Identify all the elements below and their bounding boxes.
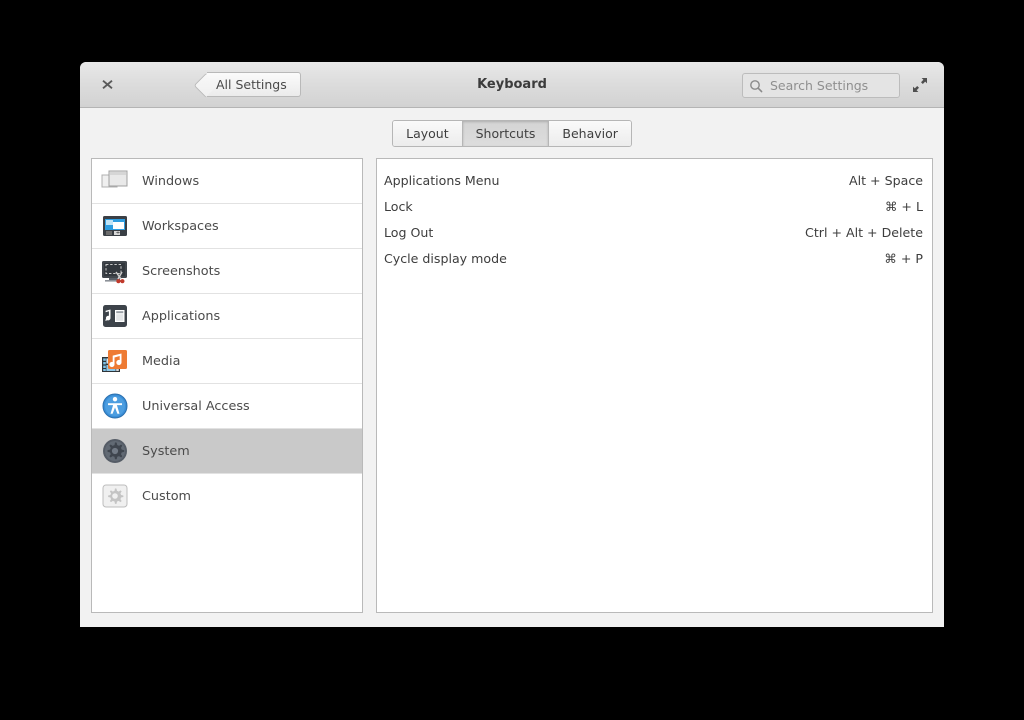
tab-bar: Layout Shortcuts Behavior bbox=[80, 108, 944, 158]
sidebar-item-media[interactable]: Media bbox=[92, 339, 362, 383]
shortcut-accelerator[interactable]: Ctrl + Alt + Delete bbox=[805, 225, 923, 240]
settings-window: All Settings Keyboard Layout Shortcuts B… bbox=[80, 62, 944, 627]
tab-shortcuts[interactable]: Shortcuts bbox=[462, 120, 550, 146]
tab-behavior[interactable]: Behavior bbox=[549, 120, 631, 146]
media-icon bbox=[100, 346, 130, 376]
system-gear-icon bbox=[100, 436, 130, 466]
workspaces-icon bbox=[100, 211, 130, 241]
sidebar-item-custom[interactable]: Custom bbox=[92, 474, 362, 518]
search-icon bbox=[750, 79, 763, 92]
sidebar-item-label: Media bbox=[142, 353, 181, 369]
tab-layout[interactable]: Layout bbox=[393, 120, 463, 146]
custom-gear-icon bbox=[100, 481, 130, 511]
shortcut-accelerator[interactable]: ⌘ + P bbox=[884, 251, 923, 266]
category-sidebar: Windows Workspaces Screenshots Applicati… bbox=[91, 158, 363, 613]
sidebar-item-screenshots[interactable]: Screenshots bbox=[92, 249, 362, 293]
sidebar-item-windows[interactable]: Windows bbox=[92, 159, 362, 203]
applications-icon bbox=[100, 301, 130, 331]
shortcut-name: Cycle display mode bbox=[384, 250, 507, 266]
sidebar-item-universal-access[interactable]: Universal Access bbox=[92, 384, 362, 428]
shortcut-accelerator[interactable]: ⌘ + L bbox=[885, 199, 923, 214]
fullscreen-button[interactable] bbox=[904, 62, 936, 107]
shortcut-row[interactable]: Lock ⌘ + L bbox=[377, 193, 932, 219]
back-button-label: All Settings bbox=[216, 77, 287, 92]
shortcut-name: Applications Menu bbox=[384, 172, 500, 188]
title-bar: All Settings Keyboard bbox=[80, 62, 944, 108]
universal-access-icon bbox=[100, 391, 130, 421]
windows-icon bbox=[100, 166, 130, 196]
sidebar-item-label: Custom bbox=[142, 488, 192, 504]
sidebar-item-applications[interactable]: Applications bbox=[92, 294, 362, 338]
shortcut-list: Applications Menu Alt + Space Lock ⌘ + L… bbox=[376, 158, 933, 613]
sidebar-item-system[interactable]: System bbox=[92, 429, 362, 473]
sidebar-item-label: Workspaces bbox=[142, 218, 219, 234]
sidebar-item-label: Screenshots bbox=[142, 263, 221, 279]
tab-group: Layout Shortcuts Behavior bbox=[392, 119, 632, 147]
sidebar-item-label: Universal Access bbox=[142, 398, 250, 414]
main-body: Windows Workspaces Screenshots Applicati… bbox=[80, 158, 944, 627]
sidebar-item-workspaces[interactable]: Workspaces bbox=[92, 204, 362, 248]
fullscreen-icon bbox=[913, 77, 927, 92]
sidebar-item-label: Applications bbox=[142, 308, 221, 324]
shortcut-row[interactable]: Applications Menu Alt + Space bbox=[377, 167, 932, 193]
shortcut-name: Lock bbox=[384, 198, 413, 214]
search-settings-box[interactable] bbox=[742, 73, 928, 98]
shortcut-row[interactable]: Cycle display mode ⌘ + P bbox=[377, 245, 932, 271]
sidebar-item-label: System bbox=[142, 443, 190, 459]
screenshots-icon bbox=[100, 256, 130, 286]
sidebar-item-label: Windows bbox=[142, 173, 200, 189]
shortcut-name: Log Out bbox=[384, 224, 434, 240]
shortcut-accelerator[interactable]: Alt + Space bbox=[849, 173, 923, 188]
shortcut-row[interactable]: Log Out Ctrl + Alt + Delete bbox=[377, 219, 932, 245]
